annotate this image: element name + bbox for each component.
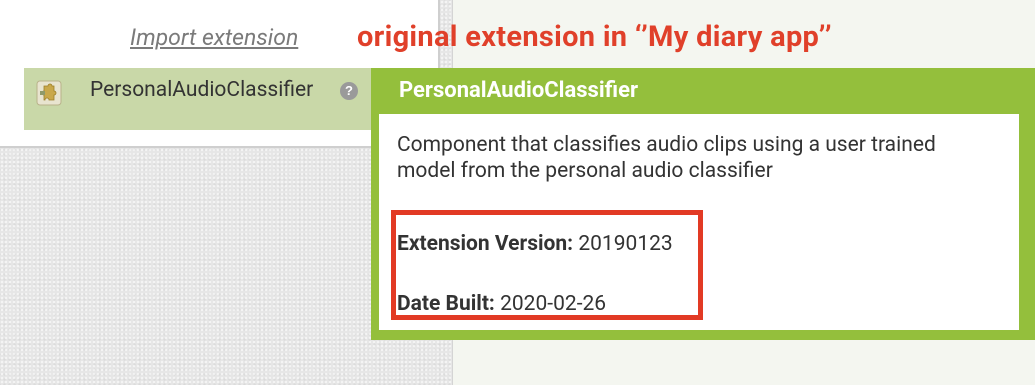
puzzle-piece-icon (36, 80, 62, 106)
extension-version-label: Extension Version: (397, 232, 574, 256)
popup-body: Component that classifies audio clips us… (379, 114, 1019, 330)
popup-description: Component that classifies audio clips us… (397, 133, 936, 183)
help-icon[interactable]: ? (340, 82, 358, 100)
extension-info-popup: PersonalAudioClassifier Component that c… (371, 68, 1035, 340)
extension-item-label: PersonalAudioClassifier (90, 78, 314, 102)
date-built-value: 2020-02-26 (500, 292, 607, 316)
popup-title: PersonalAudioClassifier (399, 78, 639, 103)
date-built-line: Date Built: 2020-02-26 (397, 292, 606, 316)
annotation-text: original extension in ‘’My diary app’’ (357, 20, 832, 54)
import-extension-link[interactable]: Import extension (130, 24, 298, 51)
extension-item-personal-audio-classifier[interactable]: PersonalAudioClassifier ? (24, 68, 424, 130)
extension-version-line: Extension Version: 20190123 (397, 232, 673, 256)
date-built-label: Date Built: (397, 292, 495, 316)
extension-version-value: 20190123 (578, 232, 673, 256)
